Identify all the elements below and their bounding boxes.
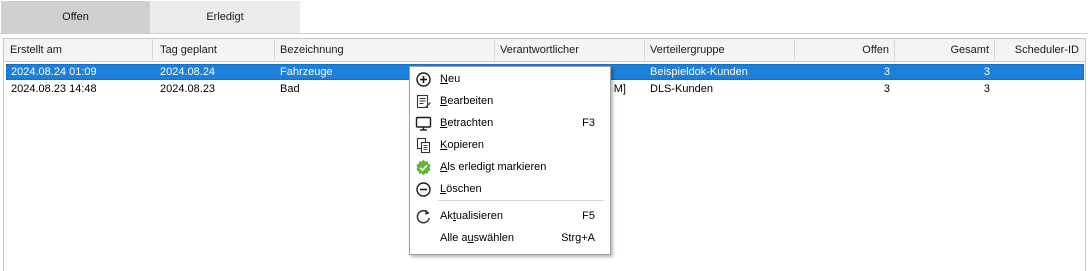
context-menu: Neu Bearbeiten Betrachten F3 Kopieren Al… (409, 66, 611, 255)
column-header-tag-geplant[interactable]: Tag geplant (155, 39, 275, 61)
green-check-badge-icon (415, 159, 432, 176)
menu-item-neu-label: Neu (440, 73, 461, 85)
column-header-erstellt-am[interactable]: Erstellt am (5, 39, 153, 61)
shortcut-aktualisieren: F5 (582, 210, 595, 222)
menu-separator (438, 200, 604, 201)
column-header-verteilergruppe[interactable]: Verteilergruppe (645, 39, 795, 61)
column-header-verantwortlicher[interactable]: Verantwortlicher (495, 39, 645, 61)
cell-tag-geplant: 2024.08.23 (160, 83, 216, 95)
menu-item-bearbeiten[interactable]: Bearbeiten (411, 90, 609, 112)
cell-gesamt: 3 (983, 66, 990, 78)
cell-scheduler-id (995, 64, 1084, 80)
cell-tag-geplant: 2024.08.24 (160, 66, 216, 78)
cell-offen: 3 (883, 66, 890, 78)
menu-item-bearbeiten-label: Bearbeiten (440, 95, 494, 107)
copy-icon (415, 137, 432, 154)
grid-header: Erstellt am Tag geplant Bezeichnung Vera… (4, 38, 1085, 62)
menu-item-als-erledigt-markieren[interactable]: Als erledigt markieren (411, 156, 609, 178)
edit-list-icon (415, 93, 432, 110)
refresh-icon (415, 208, 432, 225)
menu-item-betrachten[interactable]: Betrachten F3 (411, 112, 609, 134)
cell-gesamt: 3 (983, 83, 990, 95)
plus-circle-icon (415, 71, 432, 88)
shortcut-alle-auswaehlen: Strg+A (561, 232, 595, 244)
menu-item-kopieren-label: Kopieren (440, 139, 485, 151)
menu-item-aktualisieren-label: Aktualisieren (440, 210, 503, 222)
tab-divider (0, 33, 1088, 34)
menu-item-alle-auswaehlen-label: Alle auswählen (440, 232, 515, 244)
menu-item-loeschen[interactable]: Löschen (411, 178, 609, 200)
column-header-scheduler-id[interactable]: Scheduler-ID (995, 39, 1084, 61)
menu-item-alle-auswaehlen[interactable]: Alle auswählen Strg+A (411, 227, 609, 249)
cell-verteilergruppe: Beispieldok-Kunden (650, 66, 748, 78)
tab-offen-label: Offen (62, 11, 89, 23)
menu-item-loeschen-label: Löschen (440, 183, 482, 195)
menu-item-als-erledigt-markieren-label: Als erledigt markieren (440, 161, 547, 173)
cell-offen: 3 (883, 83, 890, 95)
shortcut-betrachten: F3 (582, 117, 595, 129)
tab-offen[interactable]: Offen (1, 1, 150, 33)
menu-item-betrachten-label: Betrachten (440, 117, 494, 129)
menu-item-kopieren[interactable]: Kopieren (411, 134, 609, 156)
column-header-gesamt[interactable]: Gesamt (895, 39, 995, 61)
tab-erledigt-label: Erledigt (206, 11, 244, 23)
cell-erstellt-am: 2024.08.23 14:48 (11, 83, 97, 95)
menu-item-aktualisieren[interactable]: Aktualisieren F5 (411, 205, 609, 227)
tab-erledigt[interactable]: Erledigt (150, 1, 300, 33)
monitor-icon (415, 115, 432, 132)
minus-circle-icon (415, 181, 432, 198)
tab-bar: Offen Erledigt (0, 0, 1088, 33)
column-header-bezeichnung[interactable]: Bezeichnung (275, 39, 495, 61)
cell-verteilergruppe: DLS-Kunden (650, 83, 713, 95)
menu-item-neu[interactable]: Neu (411, 68, 609, 90)
column-header-offen[interactable]: Offen (795, 39, 895, 61)
cell-scheduler-id (995, 81, 1084, 97)
cell-erstellt-am: 2024.08.24 01:09 (11, 66, 97, 78)
